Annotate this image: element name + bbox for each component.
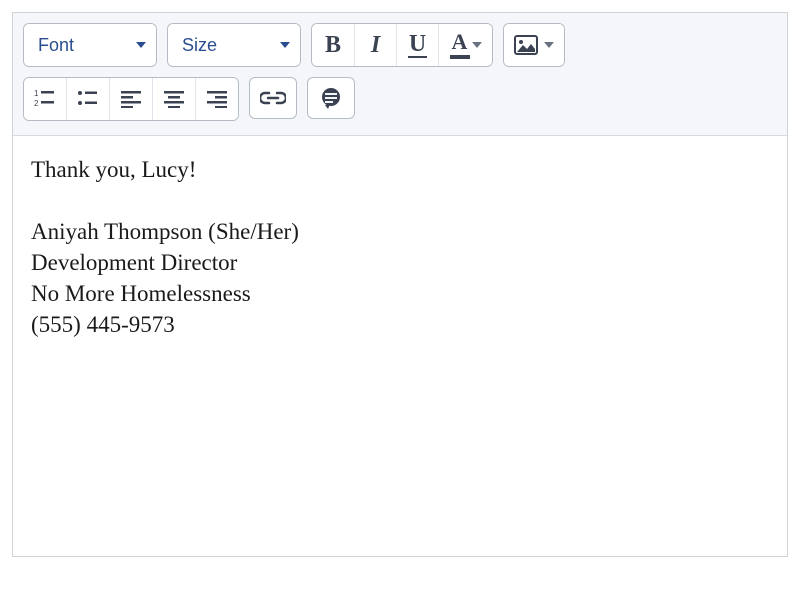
underline-button[interactable]: U <box>396 24 438 66</box>
align-center-icon <box>163 90 185 108</box>
link-button[interactable] <box>249 77 297 119</box>
toolbar-row-2: 1 2 <box>23 77 777 121</box>
chevron-down-icon <box>136 42 146 48</box>
bulleted-list-button[interactable] <box>66 78 109 120</box>
editor-content[interactable]: Thank you, Lucy! Aniyah Thompson (She/He… <box>13 136 787 556</box>
text-color-button[interactable]: A <box>438 24 492 66</box>
size-select[interactable]: Size <box>168 24 300 66</box>
image-icon <box>514 35 538 55</box>
font-group: Font <box>23 23 157 67</box>
bulleted-list-icon <box>77 89 99 109</box>
signature-title: Development Director <box>31 247 769 278</box>
align-left-button[interactable] <box>109 78 152 120</box>
align-right-button[interactable] <box>195 78 238 120</box>
content-line: Thank you, Lucy! <box>31 154 769 185</box>
numbered-list-button[interactable]: 1 2 <box>24 78 66 120</box>
size-select-label: Size <box>182 35 217 56</box>
signature-org: No More Homelessness <box>31 278 769 309</box>
toolbar: Font Size B I U A <box>13 13 787 136</box>
insert-image-button[interactable] <box>504 24 564 66</box>
link-icon <box>260 90 286 106</box>
svg-text:1: 1 <box>34 89 39 98</box>
align-left-icon <box>120 90 142 108</box>
rich-text-editor: Font Size B I U A <box>12 12 788 557</box>
signature-phone: (555) 445-9573 <box>31 309 769 340</box>
comment-icon <box>319 87 343 109</box>
image-group <box>503 23 565 67</box>
chevron-down-icon <box>472 42 482 48</box>
toolbar-row-1: Font Size B I U A <box>23 23 777 67</box>
text-color-icon: A <box>450 31 470 59</box>
list-align-group: 1 2 <box>23 77 239 121</box>
svg-text:2: 2 <box>34 99 39 108</box>
comment-button[interactable] <box>307 77 355 119</box>
italic-button[interactable]: I <box>354 24 396 66</box>
font-select[interactable]: Font <box>24 24 156 66</box>
align-center-button[interactable] <box>152 78 195 120</box>
bold-button[interactable]: B <box>312 24 354 66</box>
align-right-icon <box>206 90 228 108</box>
format-group: B I U A <box>311 23 493 67</box>
size-group: Size <box>167 23 301 67</box>
signature-name: Aniyah Thompson (She/Her) <box>31 216 769 247</box>
numbered-list-icon: 1 2 <box>34 89 56 109</box>
chevron-down-icon <box>544 42 554 48</box>
chevron-down-icon <box>280 42 290 48</box>
font-select-label: Font <box>38 35 74 56</box>
